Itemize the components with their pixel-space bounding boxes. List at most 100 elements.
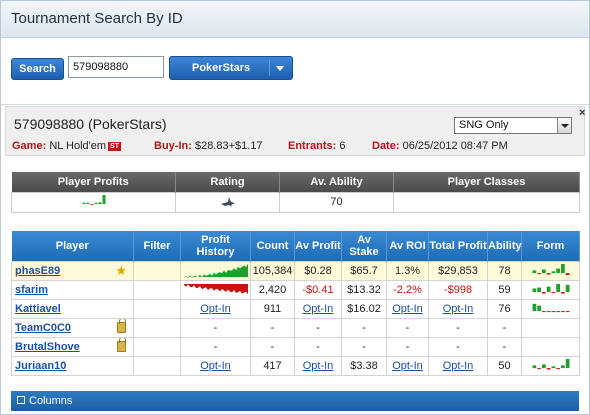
av-stake: $65.7 xyxy=(350,264,378,277)
player-name-link[interactable]: phasE89 xyxy=(15,265,60,277)
form-bar xyxy=(551,291,555,293)
av-profit-optin-link[interactable]: Opt-In xyxy=(303,303,334,315)
profit-history-chart xyxy=(183,263,248,278)
filter-cell[interactable] xyxy=(133,355,181,376)
count-cell: 105,384 xyxy=(250,260,295,281)
star-icon[interactable]: ★ xyxy=(115,264,127,277)
col-count[interactable]: Count xyxy=(250,231,295,261)
player-name-link[interactable]: Juriaan10 xyxy=(15,360,66,372)
form-bar xyxy=(94,202,97,205)
count-cell: 417 xyxy=(250,355,295,376)
av-profit-cell: -$0.41 xyxy=(294,279,342,300)
av-roi: - xyxy=(405,340,410,353)
tournament-title: 579098880 (PokerStars) xyxy=(14,116,167,132)
columns-footer[interactable]: Columns xyxy=(11,391,579,411)
player-name-link[interactable]: sfarim xyxy=(15,284,48,296)
total-profit-optin-link[interactable]: Opt-In xyxy=(443,360,474,372)
table-row[interactable]: sfarim 2,420 -$0.41 $13.32 -2.2% -$998 59 xyxy=(11,279,580,300)
col-ability[interactable]: Ability xyxy=(487,231,522,261)
count-cell: 2,420 xyxy=(250,279,295,300)
profit-history-area xyxy=(183,263,248,278)
av-profit-cell: Opt-In xyxy=(294,298,342,319)
lock-icon xyxy=(117,338,126,352)
form-sparkline xyxy=(532,358,569,370)
filter-cell[interactable] xyxy=(133,298,181,319)
form-bar xyxy=(565,272,569,275)
date-info: Date: 06/25/2012 08:47 PM xyxy=(372,140,508,152)
col-profit-history[interactable]: Profit History xyxy=(180,231,251,261)
col-av-stake[interactable]: Av Stake xyxy=(341,231,387,261)
total-profit: $29,853 xyxy=(438,264,478,277)
profit-history-optin-link[interactable]: Opt-In xyxy=(200,360,231,372)
player-rows: phasE89 ★ 105,384 $0.28 $65.7 1.3% $29,853 78 sf… xyxy=(11,260,580,376)
ability-cell: - xyxy=(487,317,522,338)
player-name-cell: Juriaan10 xyxy=(11,355,134,376)
col-total-profit[interactable]: Total Profit xyxy=(428,231,488,261)
col-filter[interactable]: Filter xyxy=(133,231,181,261)
total-profit-optin-link[interactable]: Opt-In xyxy=(443,303,474,315)
filter-cell[interactable] xyxy=(133,317,181,338)
av-roi-cell: -2.2% xyxy=(386,279,429,300)
site-dropdown-button[interactable]: PokerStars xyxy=(169,56,293,80)
header-player-classes: Player Classes xyxy=(393,172,580,192)
form-bar xyxy=(532,303,536,311)
table-row[interactable]: phasE89 ★ 105,384 $0.28 $65.7 1.3% $29,853 78 xyxy=(11,260,580,281)
profit-history-optin-link[interactable]: Opt-In xyxy=(200,303,231,315)
form-bar xyxy=(536,367,541,369)
av-profit-optin-link[interactable]: Opt-In xyxy=(303,360,334,372)
table-row[interactable]: Kattiavel Opt-In 911 Opt-In $16.02 Opt-In Opt-… xyxy=(11,298,580,319)
entrants-value: 6 xyxy=(339,140,346,152)
col-form[interactable]: Form xyxy=(521,231,580,261)
tournament-header: 579098880 (PokerStars) SNG Only × Game: … xyxy=(5,106,585,156)
player-name-link[interactable]: TeamC0C0 xyxy=(15,322,71,334)
filter-cell[interactable] xyxy=(133,279,181,300)
table-row[interactable]: TeamC0C0 - - - - - - - xyxy=(11,317,580,338)
ability-cell: 59 xyxy=(487,279,522,300)
filter-cell[interactable] xyxy=(133,260,181,281)
player-name-link[interactable]: Kattiavel xyxy=(15,303,61,315)
title-bar: Tournament Search By ID xyxy=(1,1,589,38)
form-sparkline xyxy=(532,263,569,275)
table-row[interactable]: Juriaan10 Opt-In 417 Opt-In $3.38 Opt-In Opt-I… xyxy=(11,355,580,376)
col-player[interactable]: Player xyxy=(11,231,134,261)
form-bar xyxy=(532,364,536,368)
av-profit: - xyxy=(316,340,320,353)
game-filter-select[interactable]: SNG Only xyxy=(454,117,572,134)
player-name-cell: BrutalShove xyxy=(11,336,134,357)
form-bar xyxy=(555,367,560,369)
av-roi-optin-link[interactable]: Opt-In xyxy=(392,303,423,315)
filter-cell[interactable] xyxy=(133,336,181,357)
table-row[interactable]: BrutalShove - - - - - - - xyxy=(11,336,580,357)
ability: - xyxy=(502,321,507,334)
form-bar xyxy=(90,204,93,206)
dropdown-separator xyxy=(269,60,270,76)
summary-table: Player Profits Rating Av. Ability Player… xyxy=(11,172,580,213)
header-player-profits: Player Profits xyxy=(11,172,176,192)
tournament-id-input[interactable] xyxy=(68,56,164,78)
av-stake-cell: $16.02 xyxy=(341,298,387,319)
av-stake-cell: - xyxy=(341,317,387,338)
av-stake-cell: $3.38 xyxy=(341,355,387,376)
form-bar xyxy=(565,310,569,312)
form-bar xyxy=(86,202,89,205)
form-bar xyxy=(546,286,550,292)
game-label: Game: xyxy=(12,140,47,152)
form-cell xyxy=(521,317,580,338)
ability-cell: - xyxy=(487,336,522,357)
av-roi-optin-link[interactable]: Opt-In xyxy=(392,360,423,372)
av-roi: 1.3% xyxy=(394,264,421,277)
lock-icon xyxy=(117,319,126,333)
col-av-roi[interactable]: Av ROI xyxy=(386,231,429,261)
ability-cell: 76 xyxy=(487,298,522,319)
close-icon[interactable]: × xyxy=(579,107,585,119)
av-roi-cell: - xyxy=(386,317,429,338)
col-av-profit[interactable]: Av Profit xyxy=(294,231,342,261)
form-cell xyxy=(521,260,580,281)
player-name-link[interactable]: BrutalShove xyxy=(15,341,80,353)
count: 2,420 xyxy=(258,283,287,296)
dropdown-arrow-icon xyxy=(557,118,571,133)
search-button[interactable]: Search xyxy=(11,58,64,80)
form-bar xyxy=(536,287,541,292)
total-profit-cell: - xyxy=(428,317,488,338)
player-profits-cell xyxy=(11,191,176,213)
